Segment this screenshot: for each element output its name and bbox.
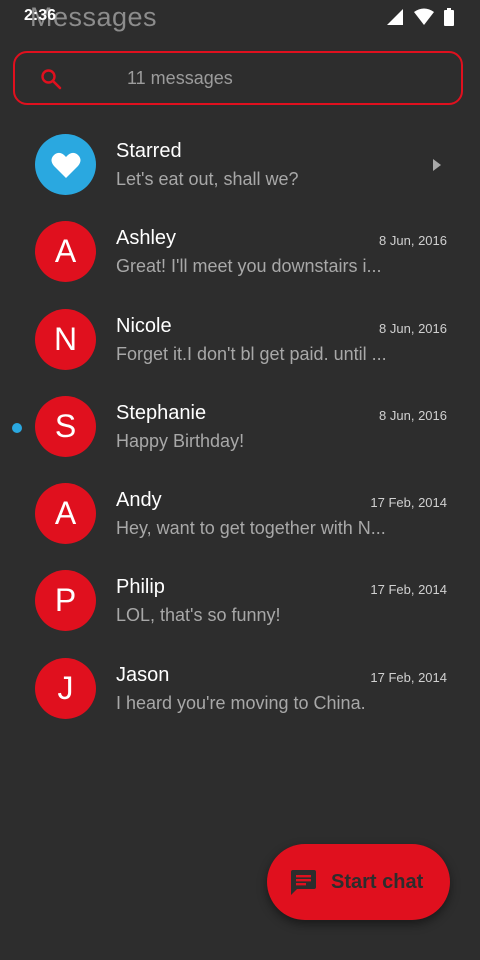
status-bar: Messages 2:36 [0,0,480,36]
conversation-date: 8 Jun, 2016 [379,320,447,336]
conversation-name: Andy [116,489,162,512]
conversation-snippet: Hey, want to get together with N... [116,518,386,539]
conversation-snippet: Let's eat out, shall we? [116,169,299,189]
conversation-row[interactable]: J Jason I heard you're moving to China. … [0,645,480,732]
search-label: 11 messages [127,68,233,88]
conversation-row[interactable]: S Stephanie Happy Birthday! 8 Jun, 2016 [0,383,480,470]
conversation-snippet: Happy Birthday! [116,430,245,451]
wifi-icon [414,8,434,25]
search-icon [41,69,62,90]
cellular-signal-icon [387,9,403,25]
status-time: 2:36 [24,7,57,24]
avatar: S [35,395,96,457]
conversation-date: 17 Feb, 2014 [370,669,447,685]
conversation-name: Starred [116,140,182,162]
unread-indicator [12,422,22,433]
chevron-right-icon [433,159,441,171]
conversation-row[interactable]: N Nicole Forget it.I don't bl get paid. … [0,296,480,383]
heart-icon [51,152,80,178]
conversation-date: 8 Jun, 2016 [379,407,447,423]
conversation-name: Jason [116,663,170,686]
conversation-row-starred[interactable]: Starred Let's eat out, shall we? [0,121,480,208]
conversation-snippet: Great! I'll meet you downstairs i... [116,256,382,277]
conversation-date: 8 Jun, 2016 [379,233,447,249]
conversation-name: Nicole [116,314,172,337]
conversation-row[interactable]: A Ashley Great! I'll meet you downstairs… [0,208,480,295]
conversation-snippet: Forget it.I don't bl get paid. until ... [116,343,387,364]
conversation-row[interactable]: P Philip LOL, that's so funny! 17 Feb, 2… [0,557,480,644]
conversation-snippet: I heard you're moving to China. [116,692,366,713]
search-bar[interactable]: 11 messages [13,51,463,105]
start-chat-label: Start chat [331,870,424,893]
chat-icon [291,870,316,895]
conversation-list: Starred Let's eat out, shall we? A Ashle… [0,121,480,732]
conversation-name: Philip [116,576,165,599]
start-chat-button[interactable]: Start chat [267,844,450,920]
avatar: J [35,657,96,719]
avatar: A [35,483,96,545]
starred-avatar [35,134,96,195]
conversation-row[interactable]: A Andy Hey, want to get together with N.… [0,470,480,557]
conversation-date: 17 Feb, 2014 [370,582,447,598]
conversation-date: 17 Feb, 2014 [370,495,447,511]
conversation-snippet: LOL, that's so funny! [116,605,281,626]
avatar: P [35,570,96,632]
messages-screen: Messages 2:36 11 messages Starred Let's … [0,0,480,960]
conversation-name: Ashley [116,227,177,250]
conversation-name: Stephanie [116,401,207,424]
avatar: A [35,221,96,283]
avatar: N [35,308,96,370]
status-icons [386,8,454,26]
battery-icon [444,8,454,26]
